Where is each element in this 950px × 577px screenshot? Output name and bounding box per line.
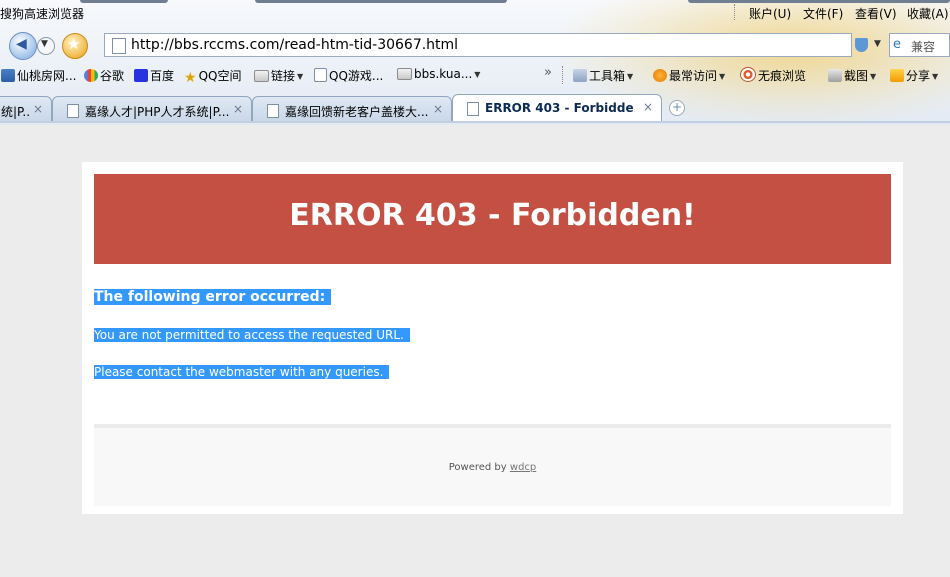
page-icon	[467, 102, 479, 116]
caption-edge	[80, 0, 168, 3]
chevron-down-icon: ▼	[627, 72, 634, 81]
menu-view[interactable]: 查看(V)	[855, 5, 897, 22]
address-dropdown-icon[interactable]: ▼	[874, 39, 881, 49]
toolbox-button[interactable]: 工具箱 ▼	[573, 67, 633, 84]
share-icon	[890, 69, 904, 82]
menu-favorites[interactable]: 收藏(A)	[907, 5, 949, 22]
share-button[interactable]: 分享 ▼	[890, 67, 938, 84]
back-button[interactable]: ◀	[9, 32, 37, 60]
new-tab-button[interactable]: +	[669, 100, 685, 116]
tab[interactable]: 统|P... ×	[0, 96, 52, 122]
tab[interactable]: 嘉缘回馈新老客户盖楼大... ×	[252, 96, 452, 122]
page-icon	[112, 38, 126, 54]
menu-separator	[734, 4, 735, 20]
page-icon	[267, 104, 279, 118]
star-icon: ★	[67, 35, 81, 53]
contact-message-text: Please contact the webmaster with any qu…	[94, 365, 390, 379]
tab-baseline	[0, 121, 950, 123]
title-bar: 搜狗高速浏览器 账户(U) 文件(F) 查看(V) 收藏(A)	[0, 0, 950, 26]
tool-label: 工具箱	[589, 69, 626, 83]
menu-file[interactable]: 文件(F)	[803, 5, 843, 22]
error-title: ERROR 403 - Forbidden!	[289, 198, 696, 233]
toolbox-icon	[573, 69, 587, 82]
frequent-icon	[653, 69, 667, 82]
close-icon[interactable]: ×	[433, 102, 443, 116]
screenshot-button[interactable]: 截图 ▼	[828, 67, 876, 84]
tool-label: 截图	[844, 69, 869, 83]
address-bar[interactable]: http://bbs.rccms.com/read-htm-tid-30667.…	[104, 33, 852, 57]
contact-message: Please contact the webmaster with any qu…	[94, 365, 390, 379]
error-banner: ERROR 403 - Forbidden!	[94, 174, 891, 264]
chevron-down-icon: ▼	[932, 72, 939, 81]
error-message: You are not permitted to access the requ…	[94, 328, 410, 342]
caption-edge	[255, 0, 507, 3]
address-input[interactable]: http://bbs.rccms.com/read-htm-tid-30667.…	[131, 37, 458, 53]
compat-mode-button[interactable]: e 兼容	[889, 33, 950, 57]
error-page: ERROR 403 - Forbidden! The following err…	[82, 162, 903, 514]
menu-account[interactable]: 账户(U)	[749, 5, 791, 22]
error-heading-text: The following error occurred:	[94, 289, 332, 305]
favorites-button[interactable]: ★	[62, 33, 88, 59]
ie-icon: e	[893, 37, 901, 52]
tab-label: 嘉缘回馈新老客户盖楼大...	[285, 105, 429, 119]
tab-active[interactable]: ERROR 403 - Forbidde... ×	[452, 94, 662, 122]
screenshot-icon	[828, 69, 842, 82]
tab[interactable]: 嘉缘人才|PHP人才系统|P... ×	[52, 96, 252, 122]
tool-label: 分享	[906, 69, 931, 83]
caption-edge	[688, 0, 950, 3]
tool-label: 无痕浏览	[758, 69, 807, 83]
incognito-icon	[740, 67, 756, 82]
frequent-button[interactable]: 最常访问 ▼	[653, 67, 725, 84]
close-icon[interactable]: ×	[643, 100, 653, 114]
powered-by: Powered by wdcp	[94, 462, 891, 473]
tool-label: 最常访问	[669, 69, 718, 83]
tools-bar: 工具箱 ▼ 最常访问 ▼ 无痕浏览 截图 ▼ 分享 ▼	[0, 64, 950, 88]
tab-label: 嘉缘人才|PHP人才系统|P...	[85, 105, 230, 119]
wdcp-link[interactable]: wdcp	[510, 462, 536, 473]
security-shield-icon[interactable]	[855, 38, 868, 52]
tab-strip: 统|P... × 嘉缘人才|PHP人才系统|P... × 嘉缘回馈新老客户盖楼大…	[0, 94, 950, 122]
close-icon[interactable]: ×	[233, 102, 243, 116]
close-icon[interactable]: ×	[33, 102, 43, 116]
incognito-button[interactable]: 无痕浏览	[740, 67, 806, 84]
compat-label: 兼容	[911, 40, 936, 54]
chevron-down-icon: ▼	[719, 72, 726, 81]
browser-chrome: 搜狗高速浏览器 账户(U) 文件(F) 查看(V) 收藏(A) ◀ ▼ ★ ht…	[0, 0, 950, 125]
tab-label: ERROR 403 - Forbidde...	[485, 101, 635, 115]
chevron-down-icon: ▼	[870, 72, 877, 81]
window-title: 搜狗高速浏览器	[0, 7, 85, 21]
page-icon	[67, 104, 79, 118]
tab-label: 统|P...	[1, 105, 31, 119]
history-dropdown-button[interactable]: ▼	[37, 37, 55, 55]
page-footer: Powered by wdcp	[94, 424, 891, 506]
navigation-bar: ◀ ▼ ★ http://bbs.rccms.com/read-htm-tid-…	[0, 30, 950, 60]
powered-by-text: Powered by	[448, 462, 507, 473]
back-arrow-icon: ◀	[16, 36, 27, 52]
error-heading: The following error occurred:	[94, 289, 332, 305]
error-message-text: You are not permitted to access the requ…	[94, 328, 410, 342]
chevron-down-icon: ▼	[41, 39, 48, 49]
